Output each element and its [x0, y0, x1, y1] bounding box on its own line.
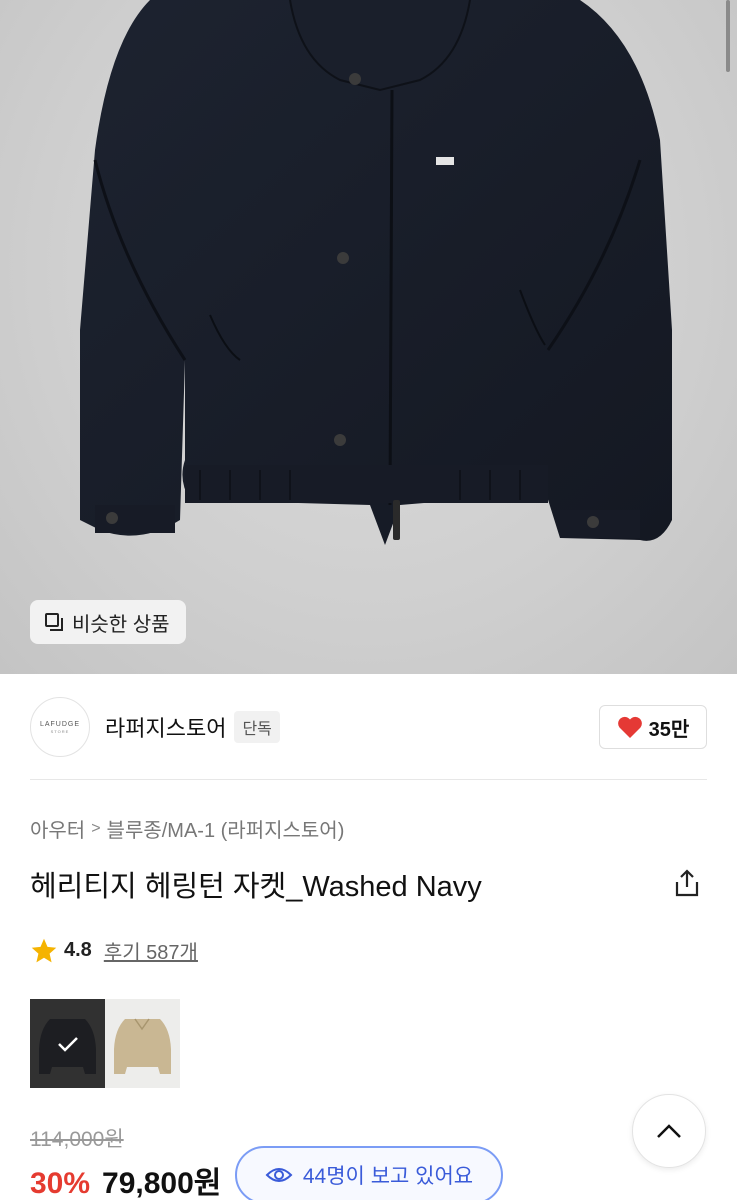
share-icon[interactable]	[673, 868, 701, 898]
product-image[interactable]: 비슷한 상품	[0, 0, 737, 674]
swatch-navy[interactable]	[30, 999, 105, 1088]
product-title: 헤리티지 헤링턴 자켓_Washed Navy	[30, 871, 482, 903]
scroll-top-button[interactable]	[632, 1094, 706, 1168]
heart-icon	[617, 716, 642, 738]
image-scrollbar[interactable]	[726, 0, 730, 72]
viewers-indicator: 44명이 보고 있어요	[235, 1146, 503, 1200]
like-button[interactable]: 35만	[599, 705, 707, 749]
swatch-beige[interactable]	[105, 999, 180, 1088]
discount-rate: 30%	[30, 1167, 91, 1200]
eye-icon	[265, 1168, 293, 1182]
breadcrumb-subcategory[interactable]: 블루종/MA-1 (라퍼지스토어)	[107, 814, 345, 843]
shop-row: LAFUDGE STORE 라퍼지스토어 단독 35만	[30, 697, 707, 757]
title-row: 헤리티지 헤링턴 자켓_Washed Navy	[30, 864, 707, 904]
sale-price: 79,800원	[102, 1167, 222, 1200]
check-icon	[30, 999, 105, 1088]
divider	[30, 779, 707, 780]
shop-name[interactable]: 라퍼지스토어	[105, 711, 226, 743]
shop-logo[interactable]: LAFUDGE STORE	[30, 697, 90, 757]
viewers-text: 44명이 보고 있어요	[302, 1165, 474, 1188]
shop-logo-subtext: STORE	[50, 728, 70, 734]
original-price: 114,000원	[30, 1128, 124, 1151]
color-swatches	[30, 999, 180, 1088]
chevron-up-icon	[657, 1124, 681, 1138]
shop-logo-text: LAFUDGE	[39, 720, 81, 728]
similar-products-label: 비슷한 상품	[72, 613, 170, 636]
rating-value: 4.8	[64, 939, 92, 961]
breadcrumb-separator: >	[91, 819, 101, 837]
jacket-illustration	[80, 0, 672, 545]
beige-jacket-thumbnail	[114, 1018, 171, 1074]
exclusive-badge: 단독	[234, 711, 280, 743]
similar-icon	[44, 612, 64, 632]
star-icon	[31, 938, 57, 962]
rating-row: 4.8 후기 587개	[30, 936, 198, 965]
breadcrumb-category[interactable]: 아우터	[30, 814, 85, 843]
review-link[interactable]: 후기 587개	[104, 936, 198, 965]
like-count: 35만	[648, 718, 690, 741]
similar-products-button[interactable]: 비슷한 상품	[30, 600, 186, 644]
price-row: 30% 79,800원	[30, 1158, 221, 1200]
breadcrumb: 아우터 > 블루종/MA-1 (라퍼지스토어)	[30, 814, 344, 843]
